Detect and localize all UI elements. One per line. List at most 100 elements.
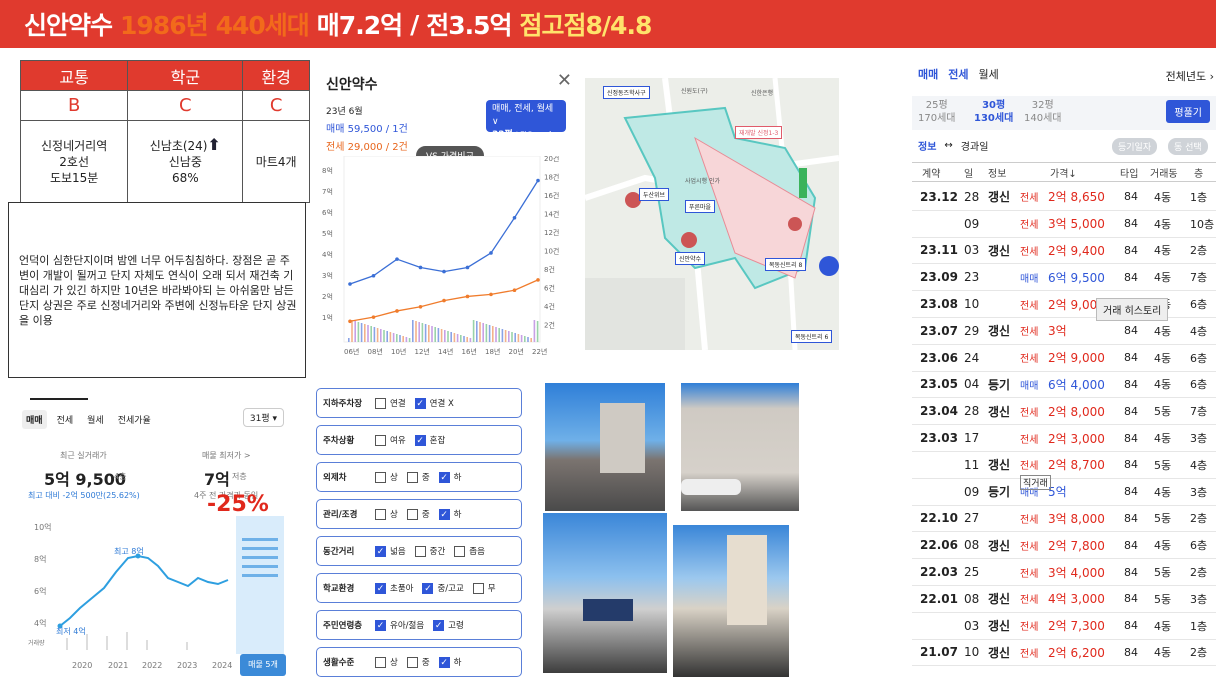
cell-price: 4억 3,000: [1048, 592, 1105, 607]
checkbox[interactable]: [406, 656, 418, 668]
grade-traffic: B: [19, 90, 129, 121]
area-map[interactable]: 신정동즈학사구 신한은행 신원도(구) 사업시행 인가 두산위브 재개발 신정1…: [585, 78, 839, 350]
table-row[interactable]: 22.01 08 갱신 전세 4억 3,000 84 5동 3층: [912, 586, 1216, 613]
table-row[interactable]: 09 전세 3억 5,000 84 4동 10층: [912, 211, 1216, 238]
table-row[interactable]: 22.06 08 갱신 전세 2억 7,800 84 4동 6층: [912, 532, 1216, 560]
checkbox[interactable]: ✓: [414, 397, 426, 409]
info-toggle[interactable]: 정보 ↔ 경과일: [918, 138, 988, 153]
table-row[interactable]: 23.04 28 갱신 전세 2억 8,000 84 5동 7층: [912, 398, 1216, 426]
cell-floor: 10층: [1190, 217, 1215, 231]
check-option[interactable]: ✓ 유아/젊음: [375, 619, 424, 631]
cell-kind: 전세: [1020, 595, 1039, 607]
check-option[interactable]: 상: [375, 471, 398, 483]
volume-bar: [370, 326, 372, 342]
table-row[interactable]: 23.05 04 등기 매매 6억 4,000 84 4동 6층: [912, 372, 1216, 399]
table-row[interactable]: 22.10 27 전세 3억 8,000 84 5동 2층: [912, 506, 1216, 533]
cell-floor: 3층: [1190, 485, 1208, 499]
check-option[interactable]: ✓ 연결 X: [414, 397, 454, 409]
y-tick-right: 14건: [544, 210, 559, 219]
size-select[interactable]: 31평 ▾: [242, 408, 284, 427]
table-row[interactable]: 03 갱신 전세 2억 7,300 84 4동 1층: [912, 613, 1216, 640]
table-row[interactable]: 22.03 25 전세 3억 4,000 84 5동 2층: [912, 559, 1216, 586]
table-row[interactable]: 11 갱신 전세 2억 8,700 84 5동 4층: [912, 452, 1216, 479]
table-row[interactable]: 23.06 24 전세 2억 9,000 84 4동 6층: [912, 345, 1216, 372]
check-option[interactable]: 상: [375, 656, 398, 668]
checkbox[interactable]: [454, 545, 466, 557]
checkbox[interactable]: [375, 434, 386, 446]
line-chart: 8억 7억 6억 5억 4억 3억 2억 1억 20건 18건 16건 14건 12건 10건 8건 6건 4건…: [322, 156, 559, 356]
expand-size-button[interactable]: 평풀기: [1166, 100, 1210, 123]
checkbox[interactable]: ✓: [375, 582, 386, 594]
check-option[interactable]: ✓ 초품아: [375, 582, 413, 594]
check-option[interactable]: 무: [472, 582, 496, 594]
y-tick-right: 16건: [544, 191, 559, 200]
table-row[interactable]: 21.07 10 갱신 전세 2억 6,200 84 4동 2층: [912, 640, 1216, 667]
tab-jeonse[interactable]: 전세: [53, 410, 78, 429]
checkbox[interactable]: ✓: [438, 508, 450, 520]
check-option[interactable]: 중: [406, 656, 430, 668]
check-option[interactable]: 상: [375, 508, 398, 520]
check-option[interactable]: 여유: [375, 434, 406, 446]
checkbox[interactable]: [375, 471, 386, 483]
check-option[interactable]: ✓ 고령: [433, 619, 464, 631]
volume-bar: [517, 334, 520, 342]
check-option[interactable]: ✓ 넓음: [375, 545, 406, 557]
check-option[interactable]: ✓ 하: [438, 508, 461, 520]
tab-ratio[interactable]: 전세가율: [114, 410, 155, 429]
direct-deal-badge: 직거래: [1020, 475, 1051, 491]
dong-select[interactable]: 동 선택: [1168, 138, 1208, 155]
checkbox[interactable]: ✓: [433, 619, 445, 631]
checkbox[interactable]: ✓: [438, 471, 450, 483]
close-icon[interactable]: ✕: [557, 70, 572, 91]
cell-dong: 4동: [1154, 619, 1172, 633]
cell-info: 등기: [988, 377, 1011, 392]
checkbox[interactable]: [375, 656, 386, 668]
check-option[interactable]: ✓ 하: [438, 471, 461, 483]
check-option[interactable]: 중간: [414, 545, 445, 557]
checkbox[interactable]: ✓: [414, 434, 426, 446]
size-25[interactable]: 25평 170세대: [918, 99, 956, 125]
cell-day: 03: [964, 618, 980, 633]
table-row[interactable]: 09 등기 매매 5억 84 4동 3층 직거래: [912, 475, 1216, 506]
checkbox[interactable]: ✓: [375, 619, 386, 631]
filter-tag[interactable]: 매매, 전세, 월세 ∨ 32평 | 전용 87㎡: [486, 100, 566, 140]
checkbox[interactable]: ✓: [422, 582, 434, 594]
check-option[interactable]: 중: [406, 508, 430, 520]
size-30[interactable]: 30평 130세대: [974, 99, 1013, 125]
check-option[interactable]: ✓ 하: [438, 656, 461, 668]
tab-monthly[interactable]: 월세: [83, 410, 108, 429]
checkbox[interactable]: [414, 545, 426, 557]
min-label[interactable]: 매물 최저가 >: [202, 450, 251, 461]
listings-button[interactable]: 매물 5개: [240, 654, 286, 676]
table-row[interactable]: 23.11 03 갱신 전세 2억 9,400 84 4동 2층: [912, 238, 1216, 265]
table-row[interactable]: 23.0810전세2억 9,000844동6층: [912, 291, 1216, 318]
data-point: [348, 319, 352, 324]
reg-date-toggle[interactable]: 등기일자: [1112, 138, 1158, 155]
check-option[interactable]: 좁음: [454, 545, 485, 557]
col-floor: 층: [1194, 168, 1204, 180]
table-row[interactable]: 23.07 29 갱신 전세 3억 84 4동 4층: [912, 318, 1216, 345]
checkbox[interactable]: [406, 508, 418, 520]
check-option[interactable]: ✓ 중/고교: [422, 582, 464, 594]
checkbox[interactable]: [472, 582, 484, 594]
table-row[interactable]: 23.03 17 전세 2억 3,000 84 4동 3층: [912, 425, 1216, 452]
year-filter[interactable]: 전체년도 ›: [1166, 68, 1214, 84]
tab-sale[interactable]: 매매: [918, 66, 938, 82]
table-row[interactable]: 23.12 28 갱신 전세 2억 8,650 84 4동 1층: [912, 184, 1216, 211]
checkbox[interactable]: [375, 397, 386, 409]
tab-sale[interactable]: 매매: [22, 410, 47, 429]
tab-monthly[interactable]: 월세: [979, 66, 999, 82]
col-price[interactable]: 가격↓: [1050, 163, 1077, 181]
rent-price: 전3.5억: [426, 11, 512, 40]
check-option[interactable]: ✓ 혼잡: [414, 434, 445, 446]
table-row[interactable]: 23.09 23 매매 6억 9,500 84 4동 7층: [912, 264, 1216, 292]
checkbox[interactable]: [406, 471, 418, 483]
checkbox[interactable]: ✓: [438, 656, 450, 668]
check-label: 주민연령층: [323, 621, 363, 631]
checkbox[interactable]: [375, 508, 386, 520]
checkbox[interactable]: ✓: [375, 545, 386, 557]
tab-jeonse[interactable]: 전세: [948, 66, 968, 82]
check-option[interactable]: 중: [406, 471, 430, 483]
size-32[interactable]: 32평 140세대: [1024, 99, 1062, 125]
check-option[interactable]: 연결: [375, 397, 406, 409]
